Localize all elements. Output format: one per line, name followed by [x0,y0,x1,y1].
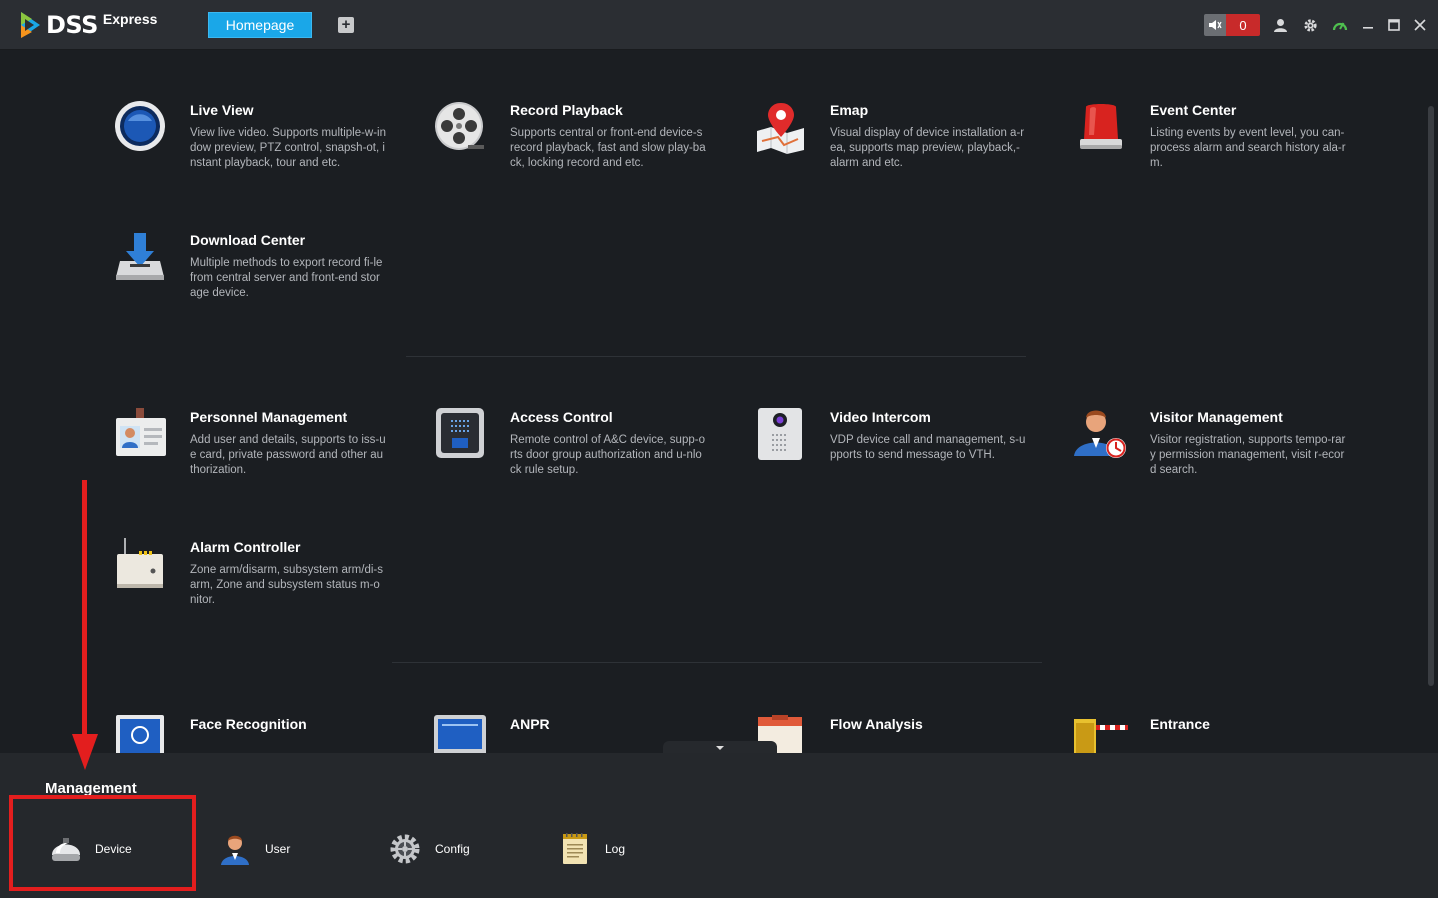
module-alarm-controller[interactable]: Alarm Controller Zone arm/disarm, subsys… [114,538,414,648]
id-card-icon [116,408,166,456]
entrance-icon [1074,719,1128,753]
face-recognition-icon [116,715,164,753]
management-item-user[interactable]: User [220,831,290,867]
module-download-center[interactable]: Download Center Multiple methods to expo… [114,231,414,341]
module-personnel-management[interactable]: Personnel Management Add user and detail… [114,408,414,518]
module-entrance[interactable]: Entrance [1074,715,1374,753]
module-emap[interactable]: Emap Visual display of device installati… [754,101,1054,211]
app-logo: DSS Express [18,8,157,42]
management-item-label: Config [435,842,470,856]
performance-gauge-icon[interactable] [1331,16,1349,34]
module-description: Multiple methods to export record fi-le … [190,257,383,299]
collapse-toggle[interactable] [663,741,777,753]
app-name: DSS [46,11,98,39]
alarm-controller-icon [117,538,163,588]
module-title: Visitor Management [1150,409,1283,425]
section-divider [406,356,1026,357]
module-video-intercom[interactable]: Video Intercom VDP device call and manag… [754,408,1054,518]
section-divider [392,662,1042,663]
module-title: Live View [190,102,254,118]
chevron-down-icon [716,746,724,750]
live-view-icon [115,101,165,151]
alarm-count: 0 [1226,14,1260,36]
module-description: Remote control of A&C device, supp-orts … [510,434,705,476]
minimize-icon[interactable] [1359,16,1377,34]
top-bar: DSS Express Homepage + 0 [0,0,1438,50]
module-grid: Live View View live video. Supports mult… [0,50,1438,753]
module-flow-analysis[interactable]: Flow Analysis [754,715,1054,753]
tab-homepage[interactable]: Homepage [208,12,312,38]
scrollbar[interactable] [1428,106,1434,686]
module-face-recognition[interactable]: Face Recognition [114,715,414,753]
alarm-indicator[interactable]: 0 [1204,14,1260,36]
download-icon [116,233,164,280]
map-pin-icon [757,103,804,154]
module-title: Alarm Controller [190,539,301,555]
module-title: Entrance [1150,716,1210,732]
management-item-log[interactable]: Log [560,831,625,867]
module-description: VDP device call and management, s-upport… [830,434,1026,461]
settings-gear-icon[interactable] [1301,16,1319,34]
maximize-icon[interactable] [1385,16,1403,34]
close-icon[interactable] [1411,16,1429,34]
user-icon [221,835,249,865]
add-tab-button[interactable]: + [338,17,354,33]
module-description: View live video. Supports multiple-w-ind… [190,127,387,169]
module-title: Emap [830,102,869,118]
anpr-icon [434,715,486,753]
module-visitor-management[interactable]: Visitor Management Visitor registration,… [1074,408,1374,518]
management-item-config[interactable]: Config [390,831,470,867]
module-record-playback[interactable]: Record Playback Supports central or fron… [434,101,734,211]
visitor-icon [1074,410,1126,458]
access-panel-icon [436,408,484,458]
user-account-icon[interactable] [1271,16,1289,34]
management-item-label: User [265,842,291,856]
module-title: Face Recognition [190,716,307,732]
module-description: Zone arm/disarm, subsystem arm/di-sarm, … [190,564,383,606]
dss-logo-icon [21,12,40,38]
alarm-light-icon [1080,104,1122,149]
module-event-center[interactable]: Event Center Listing events by event lev… [1074,101,1374,211]
module-description: Supports central or front-end device-s r… [510,127,706,169]
film-reel-icon [435,102,484,150]
management-panel: Management Device User Config Log [0,753,1438,898]
module-title: Video Intercom [830,409,931,425]
annotation-highlight-box [9,795,196,891]
module-description: Visitor registration, supports tempo-rar… [1150,434,1346,476]
intercom-icon [758,408,802,460]
module-description: Visual display of device installation a-… [830,127,1025,169]
speaker-mute-icon[interactable] [1204,14,1226,36]
log-icon [563,833,587,864]
module-live-view[interactable]: Live View View live video. Supports mult… [114,101,414,211]
gear-icon [390,834,420,864]
management-item-label: Log [605,842,626,856]
module-title: Access Control [510,409,613,425]
annotation-arrow-shaft [82,480,87,738]
module-title: Personnel Management [190,409,348,425]
module-description: Listing events by event level, you can- … [1150,127,1346,169]
module-title: Record Playback [510,102,623,118]
annotation-arrow-head [72,734,98,770]
module-title: Download Center [190,232,306,248]
module-title: Flow Analysis [830,716,923,732]
module-access-control[interactable]: Access Control Remote control of A&C dev… [434,408,734,518]
module-description: Add user and details, supports to iss-ue… [190,434,386,476]
app-edition: Express [102,11,158,27]
module-title: Event Center [1150,102,1237,118]
module-title: ANPR [510,716,550,732]
